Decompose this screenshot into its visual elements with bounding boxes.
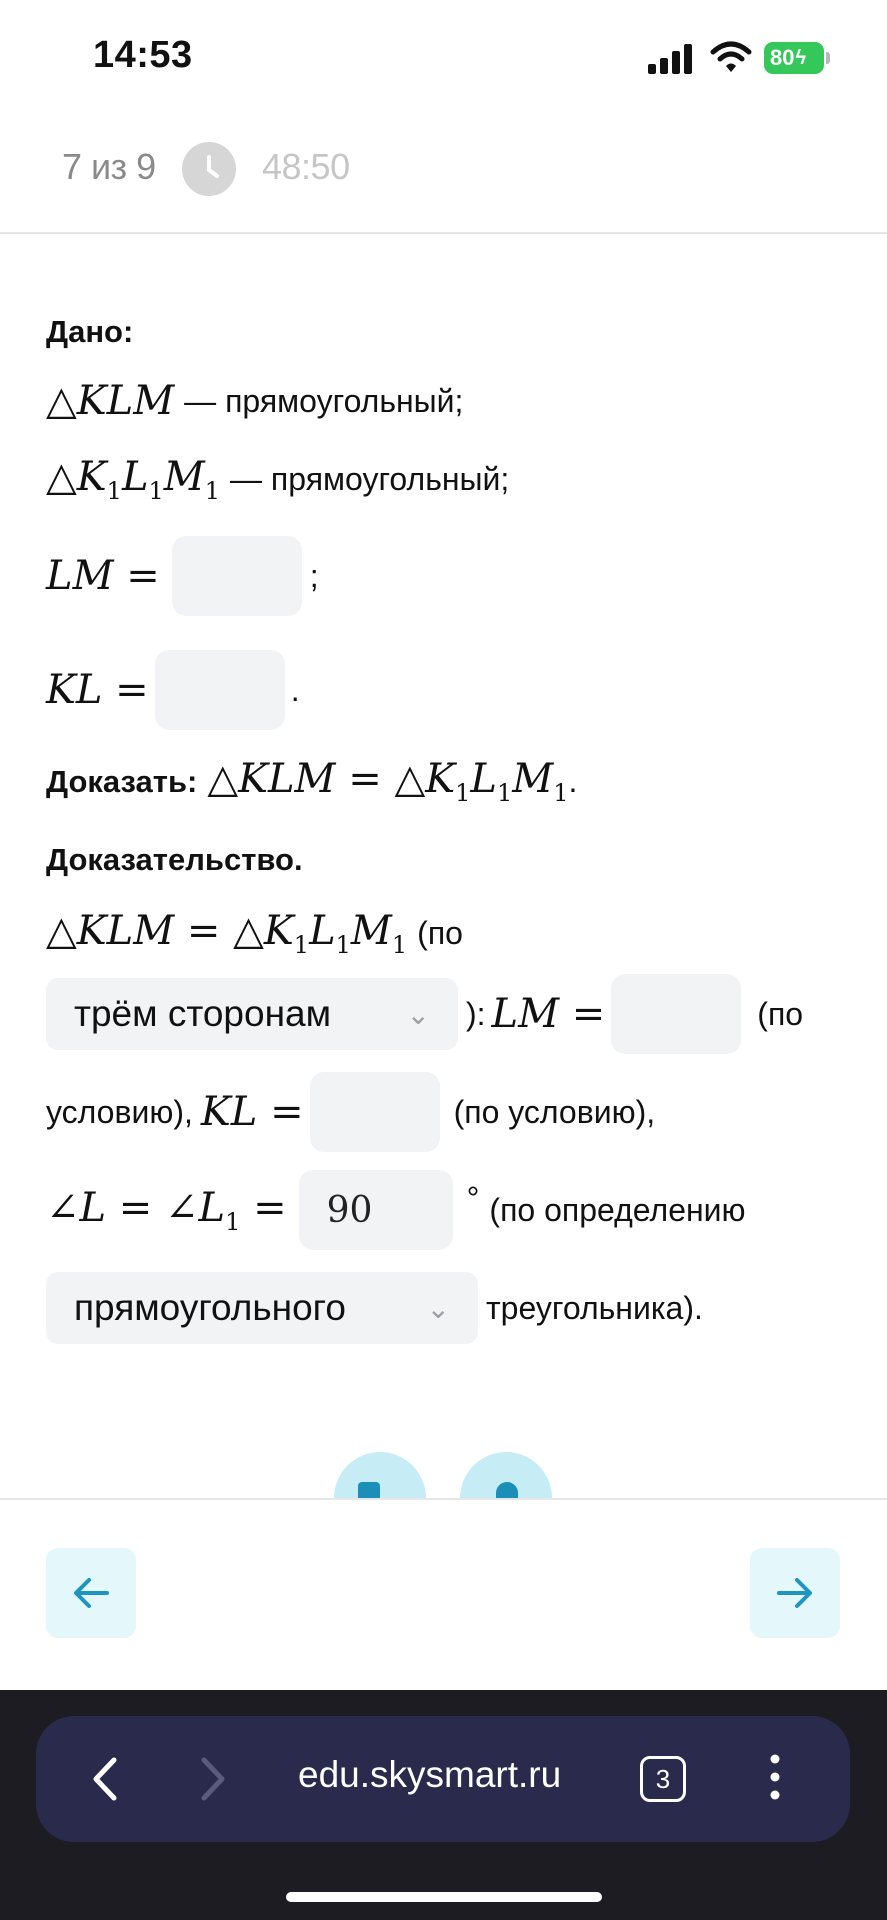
proof-line5: прямоугольного ⌄ треугольника). [46, 1272, 703, 1344]
given-lm-input[interactable] [171, 536, 302, 616]
prev-question-button[interactable] [46, 1548, 136, 1638]
question-progress: 7 из 9 [62, 146, 156, 187]
arrow-right-icon [777, 1578, 812, 1608]
criterion-select[interactable]: трём сторонам ⌄ [46, 978, 458, 1050]
browser-url[interactable]: edu.skysmart.ru [298, 1754, 561, 1796]
browser-back-icon[interactable] [90, 1756, 120, 1802]
battery-indicator: 80 ϟ [764, 42, 824, 74]
header-divider [0, 232, 887, 234]
battery-tip [826, 52, 830, 64]
status-time: 14:53 [93, 34, 193, 76]
given-line2-text: — прямоугольный; [230, 461, 510, 497]
given-line-klm: △KLM — прямоугольный; [46, 378, 464, 424]
next-question-button[interactable] [750, 1548, 840, 1638]
given-kl-input[interactable] [154, 650, 285, 730]
clock-icon [182, 142, 236, 196]
triangle-type-select[interactable]: прямоугольного ⌄ [46, 1272, 478, 1344]
triangle-type-select-value: прямоугольного [74, 1287, 346, 1328]
browser-tabs-button[interactable]: 3 [640, 1756, 686, 1802]
proof-label: Доказательство. [46, 842, 303, 877]
given-line1-text: — прямоугольный; [184, 382, 464, 419]
proof-line2: трём сторонам ⌄ ): LM = (по [46, 974, 803, 1054]
arrow-left-icon [74, 1578, 109, 1608]
given-label: Дано: [46, 314, 134, 349]
bottom-divider [0, 1498, 887, 1500]
cellular-signal-icon [648, 44, 692, 74]
prove-label: Доказать: [46, 763, 198, 799]
proof-kl-input[interactable] [309, 1072, 440, 1152]
given-kl-row: KL = . [46, 650, 300, 730]
proof-lm-input[interactable] [611, 974, 742, 1054]
prove-row: Доказать: △KLM = △K1L1M1 . [46, 756, 578, 807]
given-lm-row: LM = ; [46, 536, 319, 616]
proof-line4: ∠L = ∠L1 = 90 ° (по определению [46, 1170, 746, 1250]
chevron-down-icon: ⌄ [426, 1292, 450, 1324]
angle-input[interactable]: 90 [298, 1170, 453, 1250]
given-kl-label: KL [46, 667, 103, 713]
given-line-k1l1m1: △K1L1M1 — прямоугольный; [46, 454, 510, 505]
timer: 48:50 [262, 146, 350, 187]
given-lm-label: LM [46, 553, 114, 599]
wifi-icon [710, 41, 752, 72]
criterion-select-value: трём сторонам [74, 993, 332, 1034]
battery-level: 80 [770, 45, 795, 70]
browser-forward-icon[interactable] [198, 1756, 228, 1802]
home-indicator [286, 1892, 602, 1902]
proof-line1: △KLM = △K1L1M1 (по [46, 908, 463, 959]
charging-bolt-icon: ϟ [795, 46, 807, 69]
chevron-down-icon: ⌄ [406, 998, 430, 1030]
browser-menu-icon[interactable] [770, 1752, 780, 1802]
proof-line3: условию), KL = (по условию), [46, 1072, 655, 1152]
